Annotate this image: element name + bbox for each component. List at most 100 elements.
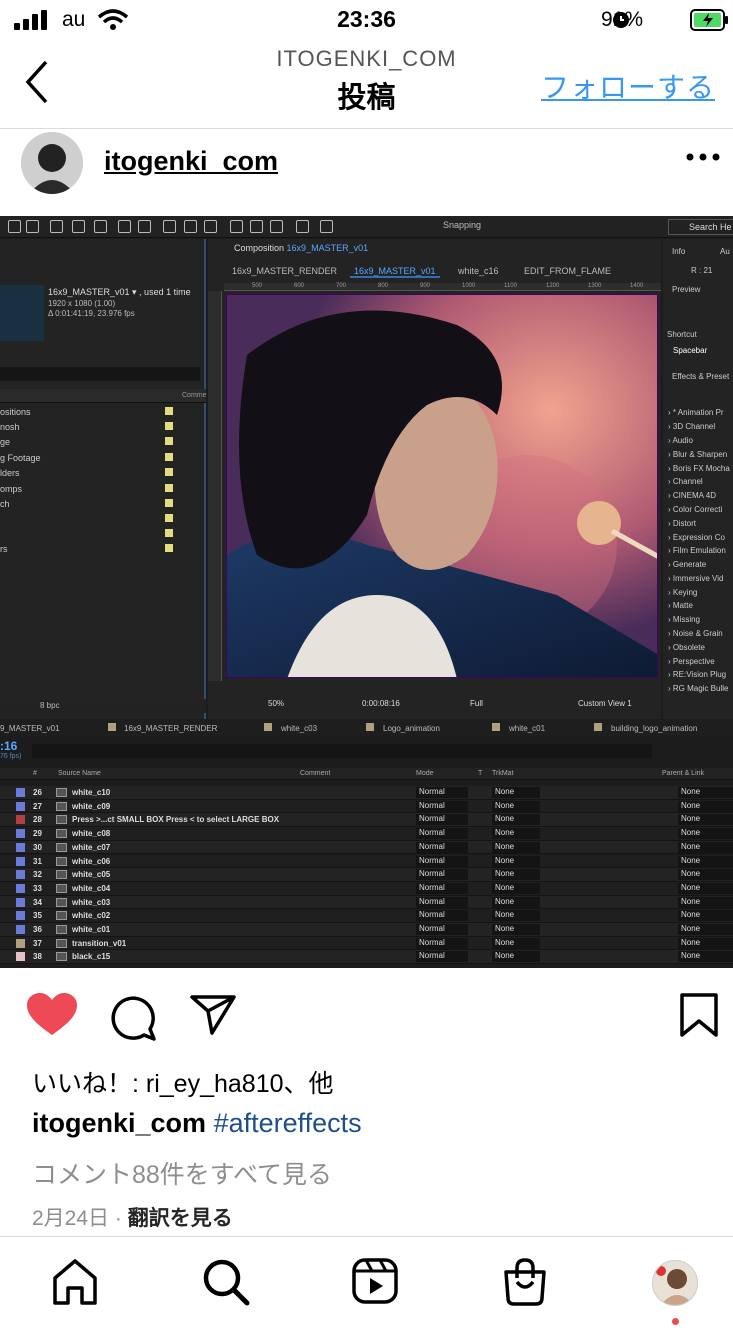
timeline-layer-row[interactable]: 37 transition_v01 Normal None None bbox=[0, 936, 733, 951]
author-avatar[interactable] bbox=[21, 132, 83, 194]
profile-avatar[interactable] bbox=[652, 1260, 698, 1306]
layer-mode-select[interactable]: Normal bbox=[416, 787, 468, 798]
layer-trkmat-select[interactable]: None bbox=[492, 869, 540, 881]
layer-trkmat-select[interactable]: None bbox=[492, 937, 540, 949]
layer-trkmat-select[interactable]: None bbox=[492, 800, 540, 812]
caption-username[interactable]: itogenki_com bbox=[32, 1108, 206, 1138]
heart-icon[interactable] bbox=[27, 993, 77, 1037]
send-icon[interactable] bbox=[190, 995, 236, 1035]
timeline-fps: 76 fps) bbox=[0, 753, 22, 760]
likes-text[interactable]: いいね！: ri_ey_ha810、他 bbox=[32, 1064, 334, 1100]
layer-color-label bbox=[16, 925, 25, 934]
layer-mode-select[interactable]: Normal bbox=[416, 841, 468, 853]
layer-mode-select[interactable]: Normal bbox=[416, 882, 468, 894]
layer-trkmat-select[interactable]: None bbox=[492, 951, 540, 963]
layer-mode-select[interactable]: Normal bbox=[416, 814, 468, 826]
translate-button[interactable]: 翻訳を見る bbox=[128, 1207, 233, 1230]
more-options-icon[interactable] bbox=[686, 152, 720, 162]
layer-name: white_c10 bbox=[72, 788, 111, 797]
project-item-meta: 1920 x 1080 (1.00) Δ 0:01:41:19, 23.976 … bbox=[48, 299, 135, 318]
project-item-name: 16x9_MASTER_v01 ▾ , used 1 time bbox=[48, 287, 191, 297]
layer-trkmat-select[interactable]: None bbox=[492, 841, 540, 853]
layer-mode-select[interactable]: Normal bbox=[416, 924, 468, 935]
bookmark-icon[interactable] bbox=[680, 993, 718, 1037]
layer-parent-select[interactable]: None bbox=[678, 828, 733, 840]
layer-parent-select[interactable]: None bbox=[678, 800, 733, 812]
layer-trkmat-select[interactable]: None bbox=[492, 828, 540, 840]
timeline-layer-row[interactable]: 30 white_c07 Normal None None bbox=[0, 840, 733, 855]
timeline-layer-row[interactable]: 32 white_c05 Normal None None bbox=[0, 868, 733, 882]
timeline-layer-row[interactable]: 35 white_c02 Normal None None bbox=[0, 909, 733, 923]
layer-mode-select[interactable]: Normal bbox=[416, 869, 468, 881]
layer-mode-select[interactable]: Normal bbox=[416, 896, 468, 908]
layer-parent-select[interactable]: None bbox=[678, 814, 733, 826]
vertical-ruler bbox=[208, 291, 222, 681]
layer-parent-select[interactable]: None bbox=[678, 937, 733, 949]
timeline-layer-row[interactable]: 26 white_c10 Normal None None bbox=[0, 786, 733, 800]
rectangle-tool-icon bbox=[163, 220, 176, 233]
layer-parent-select[interactable]: None bbox=[678, 896, 733, 908]
layer-trkmat-select[interactable]: None bbox=[492, 855, 540, 867]
layer-trkmat-select[interactable]: None bbox=[492, 910, 540, 922]
follow-button[interactable]: フォローする bbox=[541, 66, 715, 106]
info-r-value: R : 21 bbox=[691, 266, 713, 275]
layer-trkmat-select[interactable]: None bbox=[492, 896, 540, 908]
layer-mode-select[interactable]: Normal bbox=[416, 800, 468, 812]
layer-trkmat-select[interactable]: None bbox=[492, 924, 540, 935]
layer-parent-select[interactable]: None bbox=[678, 841, 733, 853]
layer-color-label bbox=[16, 788, 25, 797]
layer-parent-select[interactable]: None bbox=[678, 882, 733, 894]
timeline-tab: 16x9_MASTER_RENDER bbox=[124, 724, 218, 733]
header-divider bbox=[0, 128, 733, 129]
layer-trkmat-select[interactable]: None bbox=[492, 787, 540, 798]
layer-parent-select[interactable]: None bbox=[678, 787, 733, 798]
timeline-current-time: :16 bbox=[0, 739, 18, 753]
layer-trkmat-select[interactable]: None bbox=[492, 882, 540, 894]
layer-type-icon bbox=[56, 938, 67, 948]
caption-hashtag[interactable]: #aftereffects bbox=[214, 1108, 362, 1138]
author-username[interactable]: itogenki_com bbox=[104, 146, 278, 177]
comment-icon[interactable] bbox=[110, 995, 156, 1041]
home-icon[interactable] bbox=[52, 1258, 98, 1306]
layer-type-icon bbox=[56, 911, 67, 921]
layer-parent-select[interactable]: None bbox=[678, 924, 733, 935]
timeline-search bbox=[32, 744, 652, 758]
timeline-layer-row[interactable]: 29 white_c08 Normal None None bbox=[0, 827, 733, 841]
effect-category: › Film Emulation bbox=[668, 546, 726, 555]
layer-trkmat-select[interactable]: None bbox=[492, 814, 540, 826]
timeline-layer-row[interactable]: 27 white_c09 Normal None None bbox=[0, 799, 733, 814]
layer-color-label bbox=[16, 815, 25, 825]
zoom-level: 50% bbox=[268, 699, 285, 708]
timeline-layer-row[interactable]: 34 white_c03 Normal None None bbox=[0, 895, 733, 910]
post-image[interactable]: Snapping Search He 16x9_MASTER_v01 ▾ , u… bbox=[0, 216, 733, 968]
layer-parent-select[interactable]: None bbox=[678, 951, 733, 963]
composition-footer: 50% 0:00:08:16 Full Custom View 1 bbox=[208, 695, 661, 713]
layer-mode-select[interactable]: Normal bbox=[416, 910, 468, 922]
layer-mode-select[interactable]: Normal bbox=[416, 937, 468, 949]
timeline-tab: white_c01 bbox=[509, 724, 546, 733]
snapping-toggle: Snapping bbox=[443, 220, 482, 230]
search-icon[interactable] bbox=[202, 1258, 250, 1306]
layer-parent-select[interactable]: None bbox=[678, 910, 733, 922]
shop-icon[interactable] bbox=[502, 1258, 548, 1306]
effect-category: › Noise & Grain bbox=[668, 629, 723, 638]
effect-category: › Matte bbox=[668, 601, 693, 610]
reels-icon[interactable] bbox=[352, 1258, 398, 1304]
layer-name: white_c04 bbox=[72, 883, 111, 893]
layer-parent-select[interactable]: None bbox=[678, 855, 733, 867]
stamp-tool-icon bbox=[250, 220, 263, 233]
timeline-layer-row[interactable]: 28 Press >...ct SMALL BOX Press < to sele… bbox=[0, 813, 733, 828]
timeline-layer-row[interactable]: 31 white_c06 Normal None None bbox=[0, 854, 733, 869]
timeline-layer-row[interactable]: 36 white_c01 Normal None None bbox=[0, 923, 733, 937]
effect-category: › Perspective bbox=[668, 657, 715, 666]
view-all-comments-link[interactable]: コメント88件をすべて見る bbox=[32, 1155, 332, 1191]
layer-mode-select[interactable]: Normal bbox=[416, 828, 468, 840]
layer-mode-select[interactable]: Normal bbox=[416, 855, 468, 867]
timeline-layer-row[interactable]: 38 black_c15 Normal None None bbox=[0, 950, 733, 965]
layer-mode-select[interactable]: Normal bbox=[416, 951, 468, 963]
layer-color-label bbox=[16, 856, 25, 866]
layer-parent-select[interactable]: None bbox=[678, 869, 733, 881]
timeline-layer-row[interactable]: 33 white_c04 Normal None None bbox=[0, 881, 733, 896]
project-folder: nosh bbox=[0, 420, 206, 435]
effect-category: › Boris FX Mocha bbox=[668, 464, 730, 473]
